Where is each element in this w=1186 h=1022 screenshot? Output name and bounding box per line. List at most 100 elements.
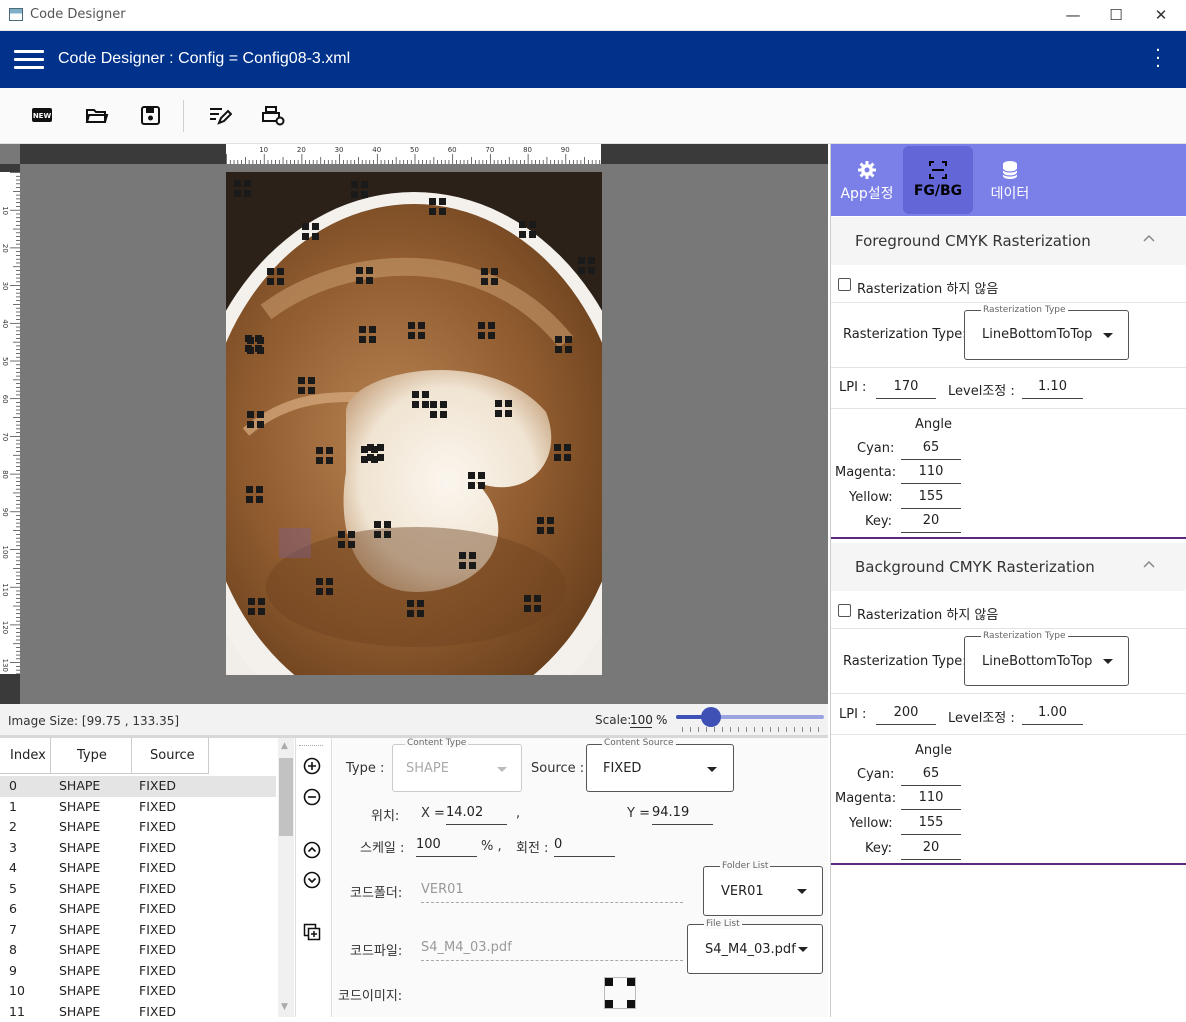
move-down-icon[interactable] [303, 871, 321, 889]
toolbar-divider [183, 100, 184, 132]
new-file-button[interactable]: NEW [30, 104, 56, 128]
fg-magenta-input[interactable]: 110 [901, 464, 961, 484]
chevron-down-icon [707, 767, 717, 772]
code-marker-square [247, 411, 254, 418]
bg-key-input[interactable]: 20 [901, 840, 961, 860]
remove-circle-icon[interactable] [303, 788, 321, 806]
minimize-button[interactable]: — [1058, 4, 1088, 26]
fg-key-label: Key: [865, 514, 892, 529]
move-up-icon[interactable] [303, 841, 321, 859]
ruler-label: 10 [1, 206, 9, 215]
tab-app-settings[interactable]: App설정 [832, 146, 902, 214]
code-marker-square [374, 521, 381, 528]
scale-slider-thumb[interactable] [701, 707, 721, 727]
hamburger-menu-icon[interactable] [14, 50, 44, 70]
table-row[interactable]: 11SHAPEFIXED [0, 1002, 276, 1022]
code-image-label: 코드이미지: [338, 985, 402, 1004]
table-row[interactable]: 3SHAPEFIXED [0, 838, 276, 859]
scroll-up-icon[interactable]: ▲ [281, 741, 288, 751]
close-button[interactable]: ✕ [1146, 4, 1176, 26]
bg-rtype-select[interactable]: LineBottomToTop [964, 636, 1129, 686]
fg-no-raster-checkbox[interactable] [838, 278, 851, 291]
ruler-label: 120 [1, 621, 9, 634]
fg-level-input[interactable]: 1.10 [1022, 379, 1083, 399]
code-folder-input: VER01 [421, 882, 683, 903]
table-row[interactable]: 4SHAPEFIXED [0, 858, 276, 879]
scroll-down-icon[interactable]: ▼ [281, 1002, 288, 1012]
y-input[interactable]: 94.19 [652, 805, 713, 825]
duplicate-icon[interactable] [303, 923, 321, 941]
bg-magenta-input[interactable]: 110 [901, 790, 961, 810]
fg-section-header[interactable]: Foreground CMYK Rasterization [831, 217, 1186, 265]
code-marker-square [312, 223, 319, 230]
bg-lpi-input[interactable]: 200 [876, 705, 936, 725]
scale-input[interactable]: 100 [416, 837, 477, 857]
code-folder-label: 코드폴더: [350, 882, 402, 901]
table-row[interactable]: 6SHAPEFIXED [0, 899, 276, 920]
maximize-button[interactable]: ☐ [1101, 4, 1131, 26]
code-marker-square [302, 233, 309, 240]
fg-cyan-input[interactable]: 65 [901, 440, 961, 460]
print-settings-button[interactable] [260, 104, 286, 128]
code-marker-square [481, 278, 488, 285]
col-header-type[interactable]: Type [51, 738, 132, 774]
latte-art-image[interactable] [226, 172, 602, 675]
code-marker-square [418, 322, 425, 329]
scale-input[interactable]: 100 [630, 713, 652, 728]
chevron-up-icon[interactable] [1143, 559, 1155, 571]
bg-section-header[interactable]: Background CMYK Rasterization [831, 543, 1186, 591]
table-row[interactable]: 10SHAPEFIXED [0, 981, 276, 1002]
edit-config-button[interactable] [206, 104, 232, 128]
tab-fg-bg[interactable]: FG/BG [903, 146, 973, 214]
bg-rtype-value: LineBottomToTop [982, 654, 1092, 669]
fg-lpi-input[interactable]: 170 [876, 379, 936, 399]
code-marker-square [257, 411, 264, 418]
code-marker-square [234, 190, 241, 197]
fg-lpi-label: LPI : [839, 380, 866, 395]
table-row[interactable]: 8SHAPEFIXED [0, 940, 276, 961]
code-marker-square [412, 391, 419, 398]
more-vert-icon[interactable]: ··· [1152, 47, 1164, 73]
content-source-select[interactable]: FIXED [586, 744, 734, 792]
bg-no-raster-checkbox[interactable] [838, 604, 851, 617]
add-circle-icon[interactable] [303, 757, 321, 775]
row-source: FIXED [139, 838, 176, 858]
tab-data[interactable]: 데이터 [975, 146, 1045, 214]
code-marker-square [430, 411, 437, 418]
code-marker-square [407, 610, 414, 617]
col-header-index[interactable]: Index [0, 738, 51, 774]
col-header-source[interactable]: Source [132, 738, 209, 774]
folder-list-select[interactable]: VER01 [703, 866, 823, 916]
ruler-label: 10 [259, 146, 268, 154]
save-button[interactable] [138, 104, 164, 128]
fg-rtype-select[interactable]: LineBottomToTop [964, 310, 1129, 360]
open-folder-button[interactable] [84, 104, 110, 128]
code-marker-square [366, 277, 373, 284]
table-row[interactable]: 0SHAPEFIXED [0, 776, 276, 797]
bg-level-input[interactable]: 1.00 [1022, 705, 1083, 725]
code-marker-square [374, 531, 381, 538]
bg-cyan-input[interactable]: 65 [901, 766, 961, 786]
x-input[interactable]: 14.02 [446, 805, 507, 825]
bg-yellow-input[interactable]: 155 [901, 815, 961, 835]
file-list-select[interactable]: S4_M4_03.pdf [687, 924, 823, 974]
list-scrollbar-thumb[interactable] [279, 758, 293, 836]
fg-key-input[interactable]: 20 [901, 513, 961, 533]
code-marker-square [418, 332, 425, 339]
table-row[interactable]: 2SHAPEFIXED [0, 817, 276, 838]
chevron-up-icon[interactable] [1143, 233, 1155, 245]
list-scrollbar[interactable]: ▲ ▼ [278, 738, 294, 1017]
code-marker-square [244, 190, 251, 197]
table-row[interactable]: 9SHAPEFIXED [0, 961, 276, 982]
bg-angle-title: Angle [915, 743, 952, 758]
rotation-input[interactable]: 0 [554, 837, 615, 857]
table-row[interactable]: 1SHAPEFIXED [0, 797, 276, 818]
table-row[interactable]: 5SHAPEFIXED [0, 879, 276, 900]
bg-no-raster-label: Rasterization 하지 않음 [857, 604, 998, 623]
code-marker-square [534, 605, 541, 612]
ruler-label: 40 [1, 319, 9, 328]
fg-yellow-label: Yellow: [849, 490, 893, 505]
fg-yellow-input[interactable]: 155 [901, 489, 961, 509]
code-marker-square [488, 332, 495, 339]
table-row[interactable]: 7SHAPEFIXED [0, 920, 276, 941]
